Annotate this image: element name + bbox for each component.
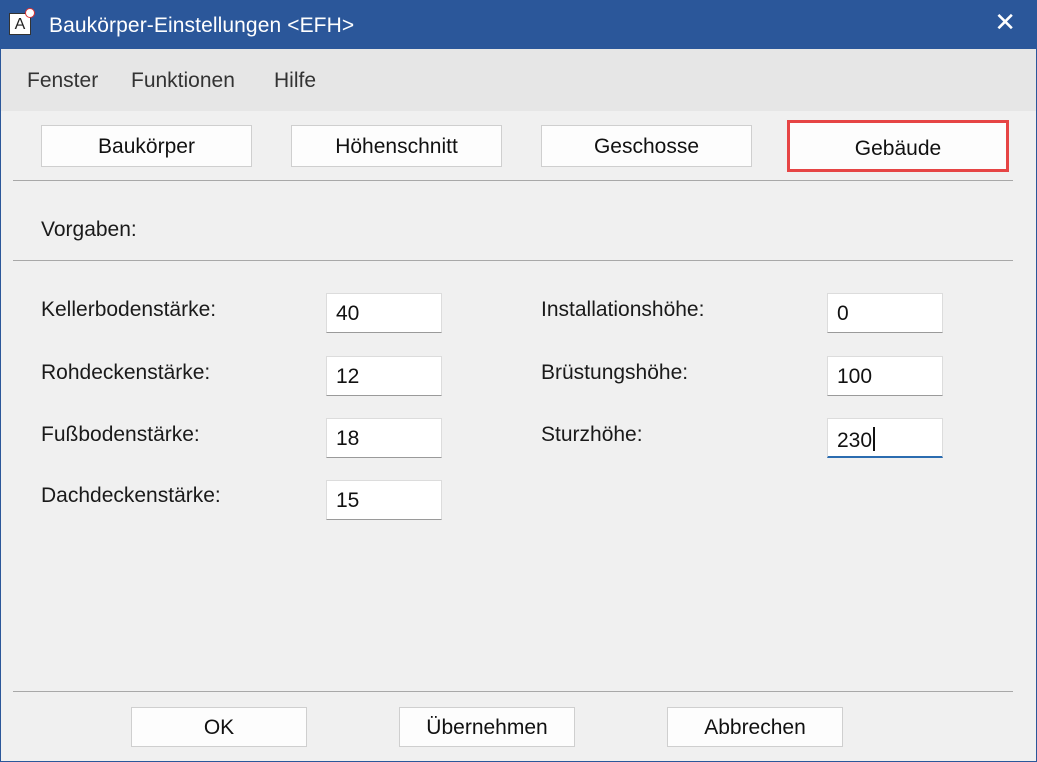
- value-installationshoehe: 0: [837, 302, 849, 325]
- menu-fenster[interactable]: Fenster: [27, 69, 98, 93]
- text-caret: [873, 427, 875, 451]
- app-icon: A: [9, 8, 35, 35]
- value-bruestungshoehe: 100: [837, 365, 873, 388]
- app-icon-letter: A: [14, 16, 26, 33]
- input-bruestungshoehe[interactable]: 100: [827, 356, 943, 396]
- tab-gebaeude[interactable]: Gebäude: [787, 120, 1009, 172]
- dialog-window: A Baukörper-Einstellungen <EFH> ✕ Fenste…: [0, 0, 1037, 762]
- window-title: Baukörper-Einstellungen <EFH>: [49, 14, 355, 37]
- label-kellerbodenstaerke: Kellerbodenstärke:: [41, 298, 217, 321]
- input-sturzhoehe[interactable]: 230: [827, 418, 943, 458]
- input-installationshoehe[interactable]: 0: [827, 293, 943, 333]
- apply-button[interactable]: Übernehmen: [399, 707, 575, 747]
- input-rohdeckenstaerke[interactable]: 12: [326, 356, 442, 396]
- menu-bar: Fenster Funktionen Hilfe: [1, 49, 1036, 111]
- app-icon-badge: [25, 8, 35, 18]
- value-rohdeckenstaerke: 12: [336, 365, 360, 388]
- label-dachdeckenstaerke: Dachdeckenstärke:: [41, 484, 221, 507]
- value-dachdeckenstaerke: 15: [336, 489, 360, 512]
- close-icon[interactable]: ✕: [994, 10, 1016, 36]
- label-fussbodenstaerke: Fußbodenstärke:: [41, 423, 200, 446]
- value-sturzhoehe: 230: [837, 429, 873, 452]
- divider-footer: [13, 691, 1013, 692]
- value-kellerbodenstaerke: 40: [336, 302, 360, 325]
- label-bruestungshoehe: Brüstungshöhe:: [541, 361, 689, 384]
- input-dachdeckenstaerke[interactable]: 15: [326, 480, 442, 520]
- tab-baukoerper[interactable]: Baukörper: [41, 125, 252, 167]
- input-kellerbodenstaerke[interactable]: 40: [326, 293, 442, 333]
- label-rohdeckenstaerke: Rohdeckenstärke:: [41, 361, 211, 384]
- input-fussbodenstaerke[interactable]: 18: [326, 418, 442, 458]
- tab-geschosse[interactable]: Geschosse: [541, 125, 752, 167]
- divider-section: [13, 260, 1013, 261]
- label-installationshoehe: Installationshöhe:: [541, 298, 705, 321]
- tab-hoehenschnitt[interactable]: Höhenschnitt: [291, 125, 502, 167]
- section-title: Vorgaben:: [41, 218, 137, 241]
- menu-hilfe[interactable]: Hilfe: [274, 69, 316, 93]
- ok-button[interactable]: OK: [131, 707, 307, 747]
- label-sturzhoehe: Sturzhöhe:: [541, 423, 643, 446]
- title-bar[interactable]: A Baukörper-Einstellungen <EFH> ✕: [1, 1, 1036, 49]
- menu-funktionen[interactable]: Funktionen: [131, 69, 235, 93]
- value-fussbodenstaerke: 18: [336, 427, 360, 450]
- divider-top: [13, 180, 1013, 181]
- cancel-button[interactable]: Abbrechen: [667, 707, 843, 747]
